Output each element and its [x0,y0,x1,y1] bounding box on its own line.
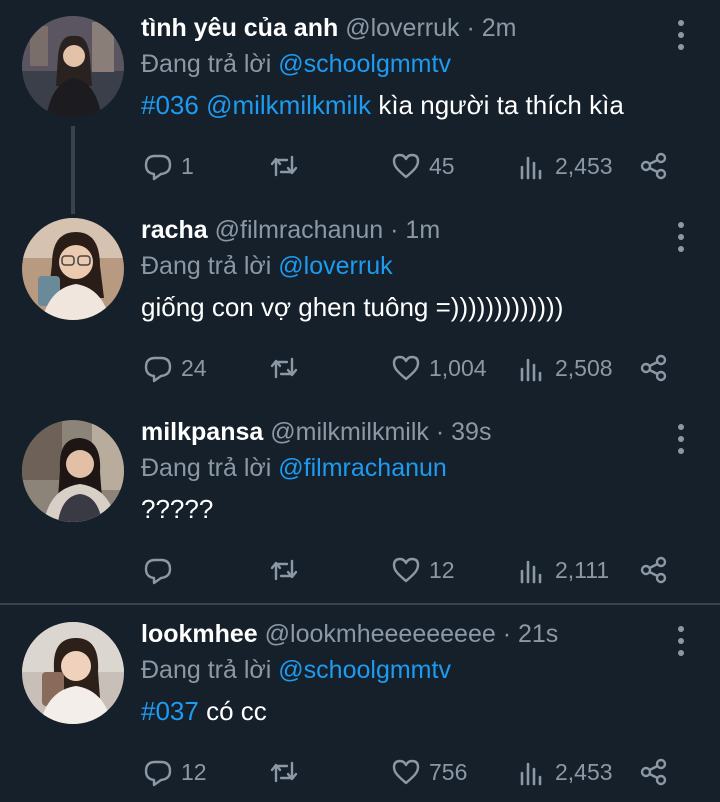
tweet-divider [0,603,720,605]
reply-prefix: Đang trả lời [141,50,272,78]
tweet-text-body: kìa người ta thích kìa [371,90,624,120]
views-button[interactable]: 2,453 [517,752,613,792]
view-count: 2,508 [555,354,613,381]
share-button[interactable] [639,348,669,388]
like-icon [392,557,420,583]
view-count: 2,453 [555,758,613,785]
timestamp[interactable]: · 1m [390,216,440,244]
views-icon [520,156,542,180]
reply-count: 12 [181,758,207,785]
views-button[interactable]: 2,508 [517,348,613,388]
like-count: 12 [429,556,455,583]
share-icon [640,354,667,382]
tweet-text: giống con vợ ghen tuông =))))))))))))) [141,292,564,322]
reply-button[interactable] [143,550,181,590]
display-name[interactable]: lookmhee [141,620,258,648]
reply-icon [144,356,172,383]
tweet-text-body: có cc [198,696,267,726]
views-icon [520,560,542,584]
timestamp[interactable]: · 39s [436,418,492,446]
views-button[interactable]: 2,111 [517,550,609,590]
tweet-actions: 1 45 2,453 [141,146,681,186]
views-button[interactable]: 2,453 [517,146,613,186]
share-button[interactable] [639,550,669,590]
tweet-actions: 12 2,111 [141,550,681,590]
reply-prefix: Đang trả lời [141,454,272,482]
handle[interactable]: @filmrachanun [215,216,384,244]
reply-prefix: Đang trả lời [141,252,272,280]
hashtag[interactable]: #036 [141,90,199,120]
reply-to-mention[interactable]: @loverruk [278,252,392,280]
avatar[interactable] [22,218,124,320]
retweet-button[interactable] [269,348,299,388]
like-icon [392,153,420,179]
reply-icon [144,760,172,787]
like-button[interactable]: 1,004 [391,348,487,388]
like-button[interactable]: 45 [391,146,455,186]
handle[interactable]: @loverruk [345,14,459,42]
retweet-button[interactable] [269,146,299,186]
reply-feed: tình yêu của anh @loverruk · 2m Đang trả… [0,0,720,802]
reply-to-mention[interactable]: @schoolgmmtv [278,50,451,78]
retweet-button[interactable] [269,752,299,792]
share-button[interactable] [639,752,669,792]
retweet-icon [270,559,298,581]
handle[interactable]: @lookmheeeeeeeee [265,620,496,648]
share-icon [640,152,667,180]
like-icon [392,759,420,785]
share-icon [640,556,667,584]
more-icon[interactable] [676,626,686,656]
tweet-text: #036 @milkmilkmilk kìa người ta thích kì… [141,88,661,122]
views-icon [520,358,542,382]
share-icon [640,758,667,786]
reply-count: 24 [181,354,207,381]
tweet-text: ????? [141,494,214,524]
mention[interactable]: @milkmilkmilk [206,90,371,120]
reply-prefix: Đang trả lời [141,656,272,684]
reply-button[interactable]: 1 [143,146,194,186]
display-name[interactable]: milkpansa [141,418,263,446]
reply-count: 1 [181,152,194,179]
avatar[interactable] [22,622,124,724]
reply-icon [144,154,172,181]
like-count: 45 [429,152,455,179]
retweet-icon [270,357,298,379]
retweet-button[interactable] [269,550,299,590]
retweet-icon [270,155,298,177]
like-count: 756 [429,758,468,785]
more-icon[interactable] [676,20,686,50]
views-icon [520,762,542,786]
more-icon[interactable] [676,424,686,454]
avatar[interactable] [22,420,124,522]
reply-icon [144,558,172,585]
reply-to-mention[interactable]: @schoolgmmtv [278,656,451,684]
timestamp[interactable]: · 21s [503,620,559,648]
tweet-actions: 12 756 2,453 [141,752,681,792]
reply-to-mention[interactable]: @filmrachanun [278,454,447,482]
avatar[interactable] [22,16,124,118]
like-icon [392,355,420,381]
view-count: 2,453 [555,152,613,179]
timestamp[interactable]: · 2m [466,14,516,42]
tweet-actions: 24 1,004 2,508 [141,348,681,388]
display-name[interactable]: racha [141,216,208,244]
like-button[interactable]: 12 [391,550,455,590]
reply-button[interactable]: 24 [143,348,207,388]
like-button[interactable]: 756 [391,752,467,792]
handle[interactable]: @milkmilkmilk [270,418,429,446]
display-name[interactable]: tình yêu của anh [141,14,338,42]
tweet-text: #037 có cc [141,694,661,728]
hashtag[interactable]: #037 [141,696,199,726]
more-icon[interactable] [676,222,686,252]
share-button[interactable] [639,146,669,186]
view-count: 2,111 [555,556,610,583]
retweet-icon [270,761,298,783]
reply-button[interactable]: 12 [143,752,207,792]
like-count: 1,004 [429,354,487,381]
